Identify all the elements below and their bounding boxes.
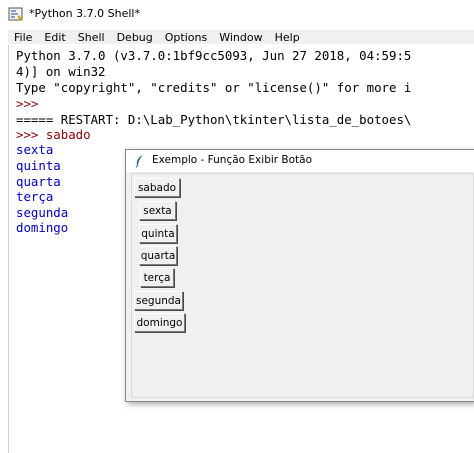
tk-window-body: sabado sexta quinta quarta terça segunda… (131, 173, 474, 398)
button-quarta[interactable]: quarta (139, 246, 177, 265)
console-line-version: Python 3.7.0 (v3.7.0:1bf9cc5093, Jun 27 … (16, 48, 412, 63)
console-prompt-output: >>> sabado (16, 127, 91, 142)
shell-titlebar: *Python 3.7.0 Shell* (0, 0, 474, 30)
menu-window[interactable]: Window (213, 31, 268, 44)
tk-window-title: Exemplo - Função Exibir Botão (152, 154, 313, 166)
console-line-help: Type "copyright", "credits" or "license(… (16, 80, 412, 95)
shell-title: *Python 3.7.0 Shell* (29, 7, 140, 20)
tkinter-window: Exemplo - Função Exibir Botão sabado sex… (125, 149, 474, 402)
menu-help[interactable]: Help (269, 31, 306, 44)
menu-shell[interactable]: Shell (72, 31, 111, 44)
idle-app-icon (8, 7, 23, 21)
button-quinta[interactable]: quinta (139, 224, 177, 243)
menu-debug[interactable]: Debug (111, 31, 159, 44)
menu-edit[interactable]: Edit (38, 31, 71, 44)
console-output-line: segunda (16, 205, 69, 220)
feather-icon (135, 155, 143, 168)
button-sexta[interactable]: sexta (139, 201, 176, 220)
button-sabado[interactable]: sabado (134, 178, 180, 197)
console-output-line: quinta (16, 158, 61, 173)
console-prompt: >>> (16, 96, 46, 111)
button-segunda[interactable]: segunda (134, 291, 183, 310)
menu-options[interactable]: Options (159, 31, 213, 44)
console-output-line: domingo (16, 220, 69, 235)
console-output-line: sexta (16, 142, 54, 157)
console-line-restart: ===== RESTART: D:\Lab_Python\tkinter\lis… (16, 112, 412, 127)
console-output-line: terça (16, 189, 54, 204)
button-terca[interactable]: terça (140, 268, 174, 287)
console-line-platform: 4)] on win32 (16, 64, 106, 79)
button-domingo[interactable]: domingo (134, 313, 185, 332)
shell-menubar: File Edit Shell Debug Options Window Hel… (8, 30, 474, 44)
menu-file[interactable]: File (8, 31, 38, 44)
console-output-line: quarta (16, 174, 61, 189)
tk-titlebar[interactable]: Exemplo - Função Exibir Botão (126, 150, 474, 172)
